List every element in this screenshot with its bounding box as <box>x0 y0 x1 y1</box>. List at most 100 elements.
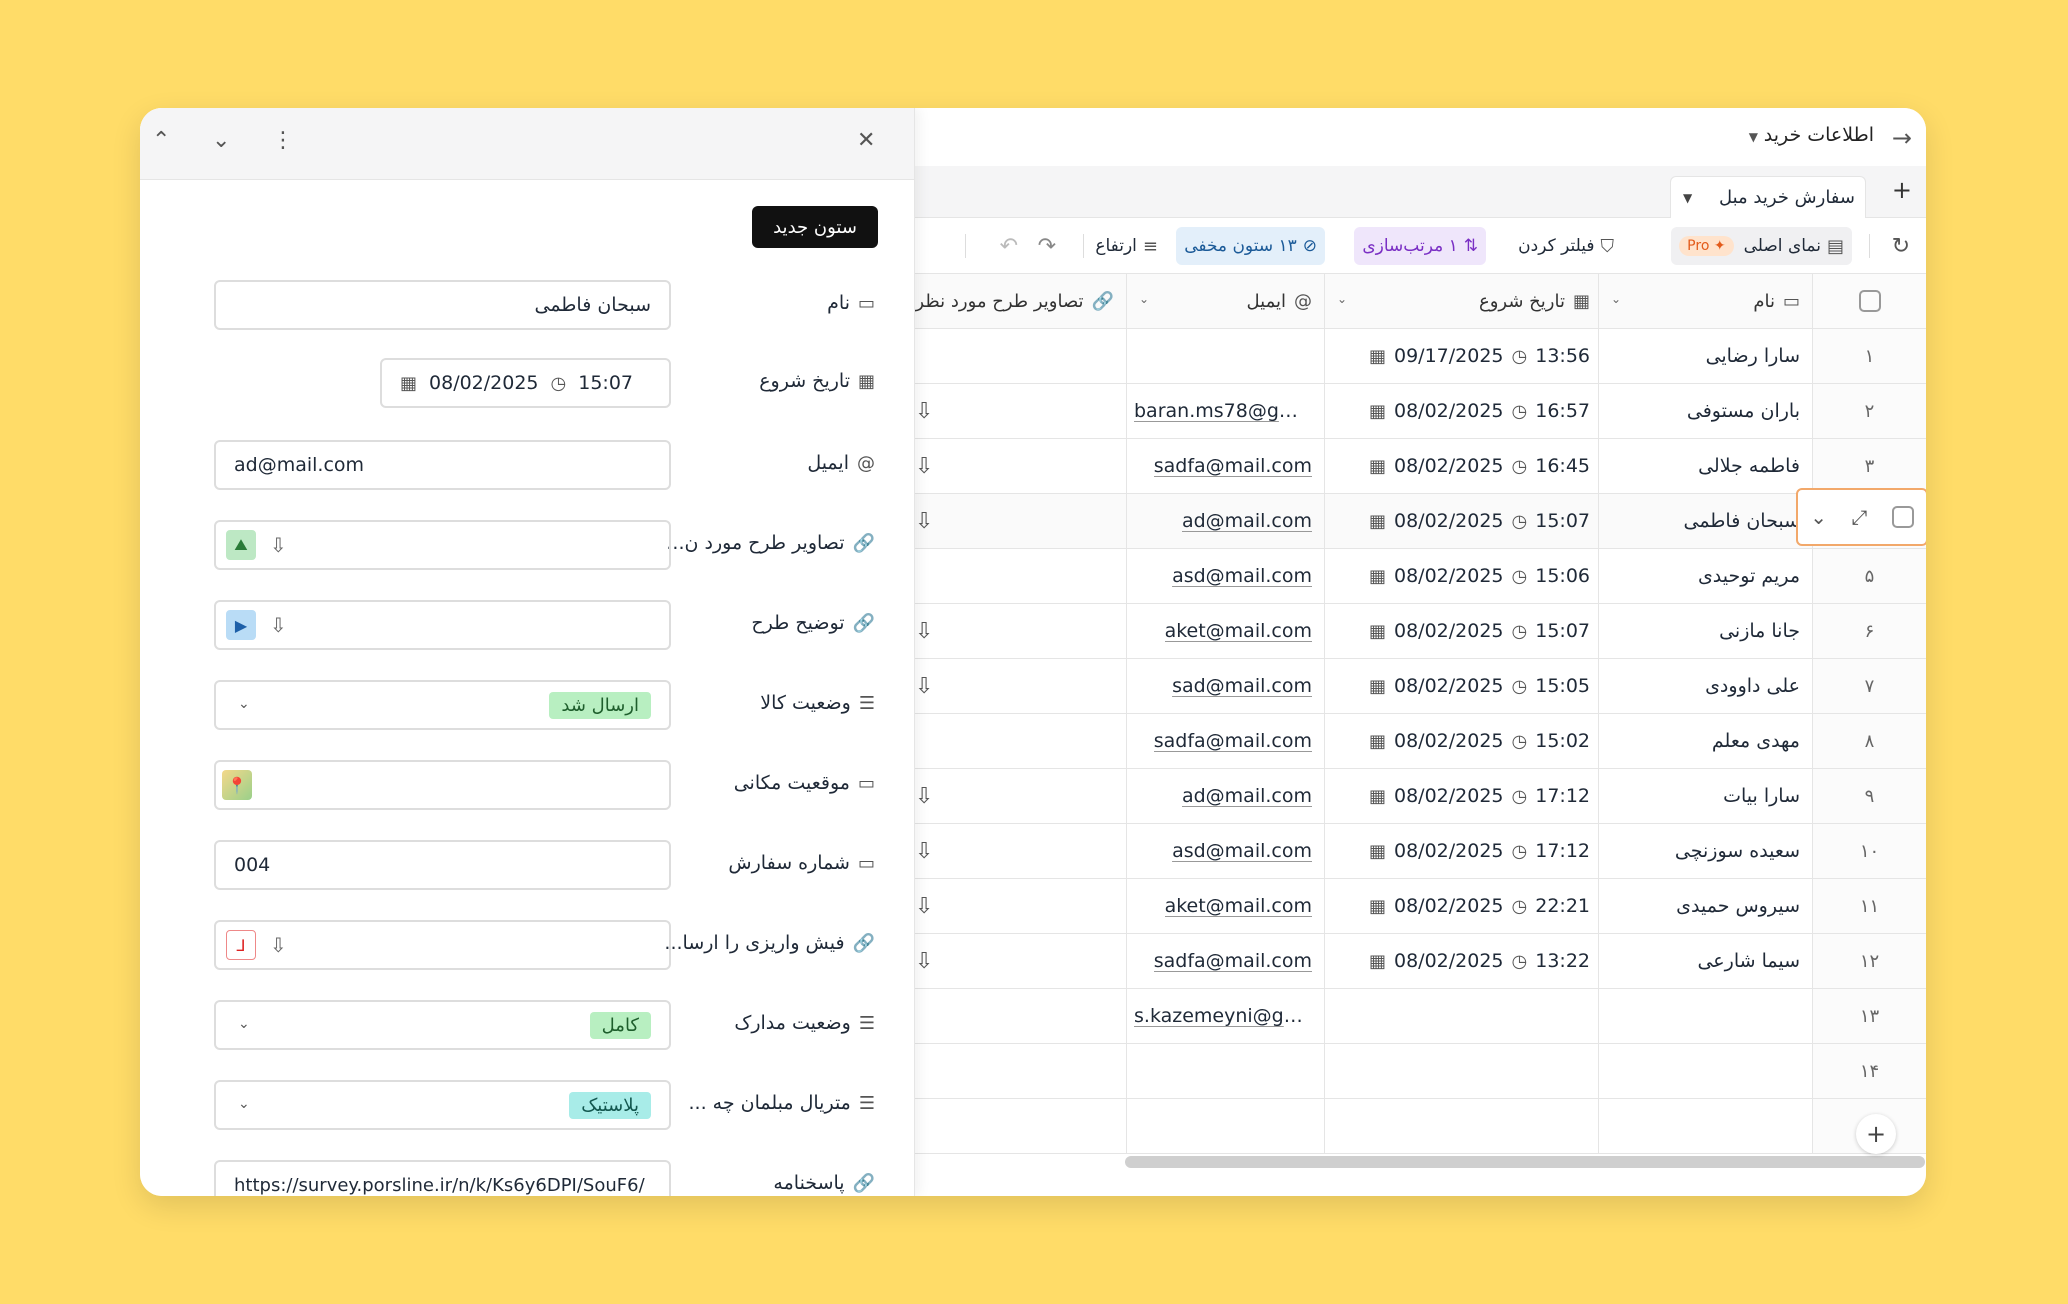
table-row[interactable]: ۱۴ <box>915 1044 1926 1099</box>
docs-status-select[interactable]: کامل ⌄ <box>214 1000 671 1050</box>
name-cell[interactable]: سبحان فاطمی <box>1598 494 1812 548</box>
chevron-down-icon[interactable]: ⌄ <box>212 128 230 153</box>
design-desc-input[interactable]: ▶ ⇩ <box>214 600 671 650</box>
chevron-down-icon[interactable]: ⌄ <box>238 1016 250 1032</box>
table-row[interactable]: ۵ مریم توحیدی ▦ 08/02/2025 ◷ 15:06 asd@mail.co… <box>915 549 1926 604</box>
survey-url-input[interactable]: https://survey.porsline.ir/n/k/Ks6y6DPI/… <box>214 1160 671 1196</box>
select-all-checkbox[interactable] <box>1858 290 1881 312</box>
download-icon[interactable]: ⇩ <box>915 399 933 424</box>
email-value[interactable]: ad@mail.com <box>1182 785 1312 807</box>
chevron-down-icon[interactable]: ⌄ <box>1611 292 1621 306</box>
name-cell[interactable] <box>1598 1044 1812 1098</box>
start-date-cell[interactable]: ▦ 09/17/2025 ◷ 13:56 <box>1324 329 1598 383</box>
redo-icon[interactable]: ↷ <box>1030 227 1064 265</box>
name-cell[interactable]: جانا مازنی <box>1598 604 1812 658</box>
add-row-button[interactable]: + <box>1856 1114 1896 1154</box>
images-cell[interactable]: ⇩ <box>915 769 1126 823</box>
table-row[interactable]: ۱۲ سیما شارعی ▦ 08/02/2025 ◷ 13:22 sadfa@mail.… <box>915 934 1926 989</box>
chevron-down-icon[interactable]: ⌄ <box>238 1096 250 1112</box>
close-icon[interactable]: ✕ <box>857 128 875 153</box>
filter-button[interactable]: ⛉ فیلتر کردن <box>1510 227 1622 265</box>
start-date-cell[interactable]: ▦ 08/02/2025 ◷ 15:07 <box>1324 494 1598 548</box>
table-row[interactable]: ۹ سارا بیات ▦ 08/02/2025 ◷ 17:12 ad@mail.com ⇩ <box>915 769 1926 824</box>
video-thumbnail-icon[interactable]: ▶ <box>226 610 256 640</box>
email-value[interactable]: sadfa@mail.com <box>1154 455 1312 477</box>
undo-icon[interactable]: ↶ <box>992 227 1026 265</box>
chevron-up-icon[interactable]: ⌃ <box>152 128 170 153</box>
start-date-cell[interactable]: ▦ 08/02/2025 ◷ 17:12 <box>1324 824 1598 878</box>
horizontal-scrollbar[interactable] <box>1125 1156 1925 1168</box>
chevron-down-icon[interactable]: ▼ <box>1749 130 1758 144</box>
download-icon[interactable]: ⇩ <box>270 533 287 557</box>
start-date-cell[interactable]: ▦ 08/02/2025 ◷ 16:45 <box>1324 439 1598 493</box>
download-icon[interactable]: ⇩ <box>915 839 933 864</box>
email-cell[interactable]: aket@mail.com <box>1126 879 1324 933</box>
table-row[interactable]: ۸ مهدی معلم ▦ 08/02/2025 ◷ 15:02 sadfa@mail.co… <box>915 714 1926 769</box>
email-value[interactable]: sadfa@mail.com <box>1154 950 1312 972</box>
name-cell[interactable]: سارا رضایی <box>1598 329 1812 383</box>
images-cell[interactable] <box>915 329 1126 383</box>
email-value[interactable]: s.kazemeyni@gm... <box>1134 1005 1312 1027</box>
name-cell[interactable]: سیما شارعی <box>1598 934 1812 988</box>
pdf-file-icon[interactable]: ⅃ <box>226 930 256 960</box>
base-title[interactable]: اطلاعات خرید <box>1764 124 1874 146</box>
column-header-start-date[interactable]: ▦ تاریخ شروع ⌄ <box>1324 274 1598 328</box>
email-cell[interactable] <box>1126 1099 1324 1153</box>
images-cell[interactable]: ⇩ <box>915 934 1126 988</box>
image-thumbnail-icon[interactable]: ⛰ <box>226 530 256 560</box>
images-cell[interactable] <box>915 714 1126 768</box>
images-cell[interactable]: ⇩ <box>915 494 1126 548</box>
download-icon[interactable]: ⇩ <box>270 613 287 637</box>
name-cell[interactable]: باران مستوفی <box>1598 384 1812 438</box>
start-date-cell[interactable]: ▦ 08/02/2025 ◷ 22:21 <box>1324 879 1598 933</box>
table-row[interactable]: ۴سبحان فاطمی▦08/02/2025◷15:07ad@mail.com… <box>915 488 1926 549</box>
name-cell[interactable]: سارا بیات <box>1598 769 1812 823</box>
email-cell[interactable]: sad@mail.com <box>1126 659 1324 713</box>
images-cell[interactable]: ⇩ <box>915 604 1126 658</box>
images-cell[interactable] <box>915 1099 1126 1153</box>
email-cell[interactable] <box>1126 1044 1324 1098</box>
download-icon[interactable]: ⇩ <box>915 509 933 534</box>
email-cell[interactable]: sadfa@mail.com <box>1126 934 1324 988</box>
start-date-cell[interactable] <box>1324 1044 1598 1098</box>
email-cell[interactable]: ad@mail.com <box>1126 769 1324 823</box>
download-icon[interactable]: ⇩ <box>270 933 287 957</box>
design-images-input[interactable]: ⛰ ⇩ <box>214 520 671 570</box>
name-cell[interactable] <box>1598 1099 1812 1153</box>
add-tab-icon[interactable]: + <box>1892 176 1912 204</box>
email-cell[interactable]: asd@mail.com <box>1126 549 1324 603</box>
email-cell[interactable]: aket@mail.com <box>1126 604 1324 658</box>
table-row[interactable]: ۲ باران مستوفی ▦ 08/02/2025 ◷ 16:57 baran.ms78… <box>915 384 1926 439</box>
receipt-input[interactable]: ⅃ ⇩ <box>214 920 671 970</box>
column-header-email[interactable]: @ ایمیل ⌄ <box>1126 274 1324 328</box>
images-cell[interactable]: ⇩ <box>915 659 1126 713</box>
row-height-button[interactable]: ≡ ارتفاع <box>1087 227 1166 265</box>
column-header-images[interactable]: 🔗 تصاویر طرح مورد نظر... <box>915 274 1126 328</box>
name-cell[interactable]: فاطمه جلالی <box>1598 439 1812 493</box>
start-date-cell[interactable]: ▦ 08/02/2025 ◷ 17:12 <box>1324 769 1598 823</box>
name-cell[interactable]: سیروس حمیدی <box>1598 879 1812 933</box>
email-cell[interactable]: s.kazemeyni@gm... <box>1126 989 1324 1043</box>
name-input[interactable]: سبحان فاطمی <box>214 280 671 330</box>
email-field[interactable]: ad@mail.com <box>214 440 671 490</box>
view-selector-button[interactable]: ▤ نمای اصلی ✦ Pro <box>1671 227 1852 265</box>
start-date-cell[interactable]: ▦ 08/02/2025 ◷ 15:06 <box>1324 549 1598 603</box>
images-cell[interactable]: ⇩ <box>915 384 1126 438</box>
name-cell[interactable]: سعیده سوزنچی <box>1598 824 1812 878</box>
name-cell[interactable]: مهدی معلم <box>1598 714 1812 768</box>
download-icon[interactable]: ⇩ <box>915 949 933 974</box>
download-icon[interactable]: ⇩ <box>915 674 933 699</box>
email-value[interactable]: asd@mail.com <box>1172 840 1312 862</box>
name-cell[interactable]: مریم توحیدی <box>1598 549 1812 603</box>
row-checkbox[interactable] <box>1891 506 1914 528</box>
column-header-name[interactable]: ▭ نام ⌄ <box>1598 274 1812 328</box>
start-date-cell[interactable]: ▦ 08/02/2025 ◷ 15:05 <box>1324 659 1598 713</box>
table-row[interactable]: ۱۰ سعیده سوزنچی ▦ 08/02/2025 ◷ 17:12 asd@mail.… <box>915 824 1926 879</box>
chevron-down-icon[interactable]: ⌄ <box>238 696 250 712</box>
hidden-columns-button[interactable]: ⊘ ۱۳ ستون مخفی <box>1176 227 1325 265</box>
email-cell[interactable]: sadfa@mail.com <box>1126 714 1324 768</box>
email-value[interactable]: aket@mail.com <box>1165 895 1312 917</box>
back-arrow-icon[interactable]: → <box>1892 124 1912 152</box>
name-cell[interactable] <box>1598 989 1812 1043</box>
email-value[interactable]: baran.ms78@gm... <box>1134 400 1312 422</box>
